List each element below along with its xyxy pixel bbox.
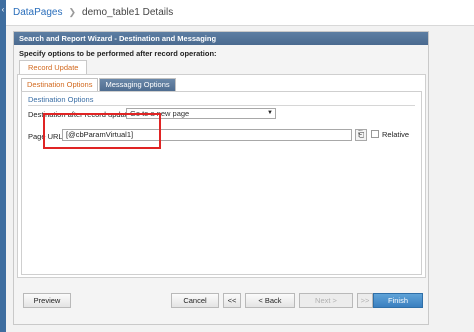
- triangle-down-icon[interactable]: ▼: [267, 109, 273, 118]
- breadcrumb-current: demo_table1 Details: [82, 7, 174, 18]
- record-update-panel: Destination Options Messaging Options De…: [17, 74, 426, 278]
- cancel-button[interactable]: Cancel: [171, 293, 219, 308]
- next-button[interactable]: Next >: [299, 293, 353, 308]
- destination-label: Destination after record update:: [28, 110, 134, 119]
- side-panel-strip[interactable]: ‹: [0, 0, 6, 332]
- relative-checkbox[interactable]: [371, 130, 379, 138]
- destination-options-panel: Destination Options Destination after re…: [21, 91, 422, 275]
- picker-icon[interactable]: ⎗: [355, 129, 367, 141]
- page-url-input[interactable]: [@cbParamVirtual1]: [62, 129, 352, 141]
- section-divider: [28, 105, 415, 106]
- first-button[interactable]: <<: [223, 293, 241, 308]
- back-button[interactable]: < Back: [245, 293, 295, 308]
- tab-messaging-options[interactable]: Messaging Options: [99, 78, 176, 91]
- tab-record-update[interactable]: Record Update: [19, 60, 88, 74]
- outer-tab-bar: Record Update: [19, 60, 88, 74]
- wizard-title: Search and Report Wizard - Destination a…: [14, 32, 428, 45]
- wizard-dialog: Search and Report Wizard - Destination a…: [13, 31, 429, 325]
- preview-button[interactable]: Preview: [23, 293, 71, 308]
- finish-button[interactable]: Finish: [373, 293, 423, 308]
- destination-select[interactable]: Go to a new page ▼: [126, 108, 276, 119]
- page-url-label: Page URL:: [28, 132, 65, 141]
- breadcrumb: DataPages ❯ demo_table1 Details: [6, 0, 474, 26]
- relative-label: Relative: [382, 130, 410, 139]
- last-button[interactable]: >>: [357, 293, 373, 308]
- destination-select-value: Go to a new page: [130, 109, 190, 118]
- inner-tab-bar: Destination Options Messaging Options: [21, 78, 177, 91]
- tab-destination-options[interactable]: Destination Options: [21, 78, 99, 91]
- wizard-footer: Preview Cancel << < Back Next > >> Finis…: [17, 288, 426, 313]
- wizard-description: Specify options to be performed after re…: [19, 49, 217, 58]
- section-title: Destination Options: [28, 95, 94, 104]
- breadcrumb-link-datapages[interactable]: DataPages: [13, 7, 62, 18]
- chevron-right-icon: ❯: [68, 7, 77, 17]
